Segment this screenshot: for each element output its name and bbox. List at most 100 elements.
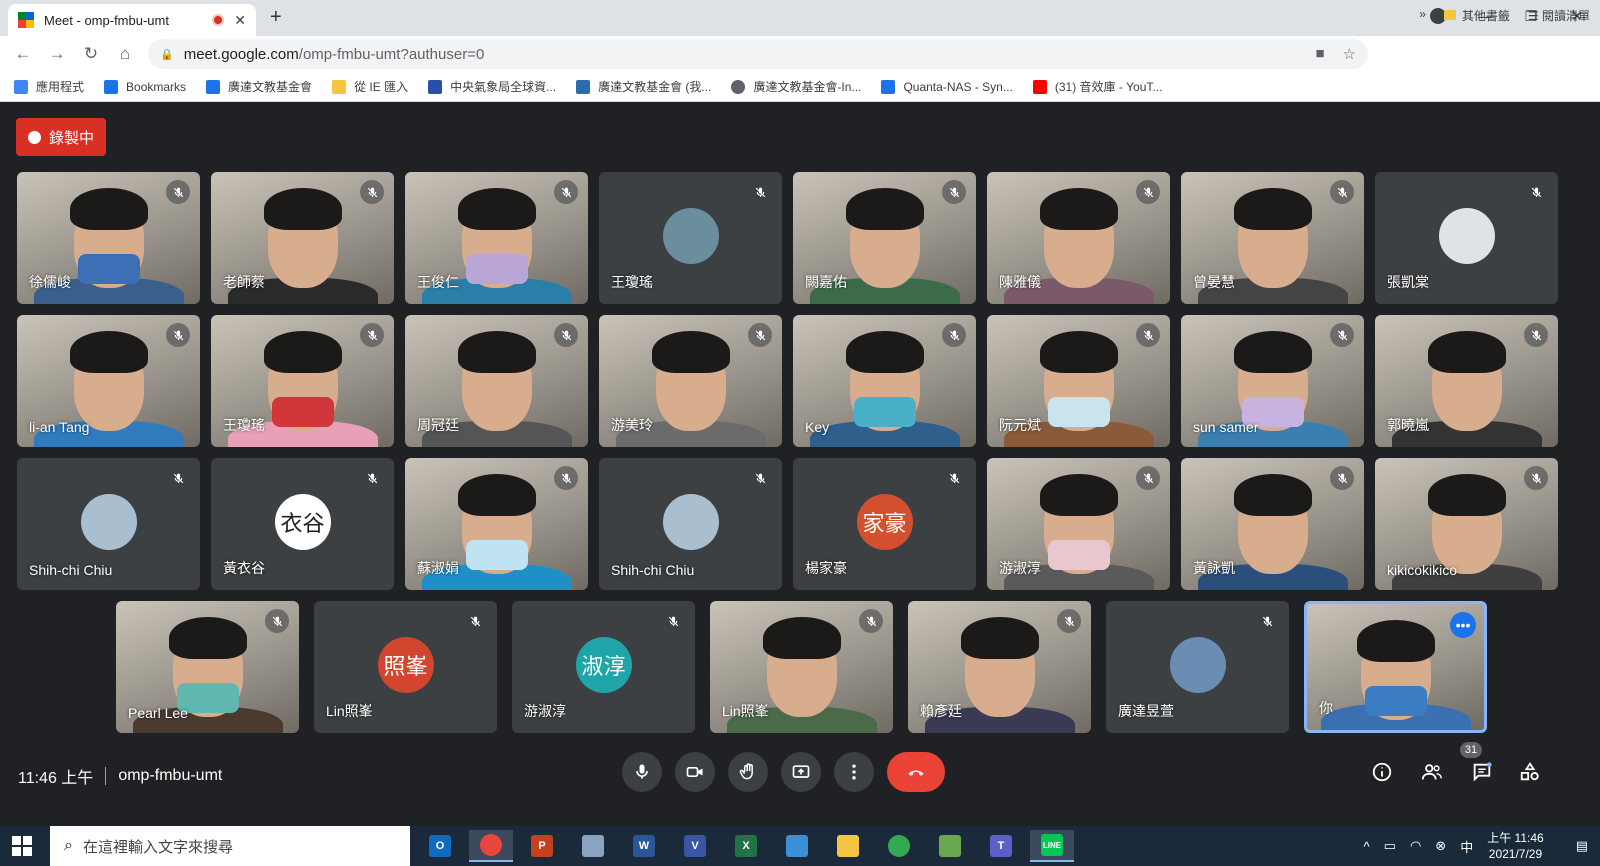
- self-video-tile[interactable]: 你 •••: [1304, 601, 1487, 733]
- camera-button[interactable]: [675, 752, 715, 792]
- reading-list-button[interactable]: ☰ 閱讀清單: [1528, 7, 1590, 24]
- participant-tile[interactable]: 郭曉嵐: [1375, 315, 1558, 447]
- home-icon[interactable]: ⌂: [108, 44, 142, 64]
- taskbar-app[interactable]: [928, 830, 972, 862]
- participant-tile[interactable]: Pearl Lee: [116, 601, 299, 733]
- participant-tile[interactable]: Key: [793, 315, 976, 447]
- participant-tile[interactable]: 老師蔡: [211, 172, 394, 304]
- participant-tile[interactable]: 游淑淳: [987, 458, 1170, 590]
- bookmark-item[interactable]: 廣達文教基金會: [206, 78, 312, 95]
- taskbar-app[interactable]: V: [673, 830, 717, 862]
- participant-tile[interactable]: 阮元斌: [987, 315, 1170, 447]
- participant-tile[interactable]: 徐儒峻: [17, 172, 200, 304]
- participant-tile[interactable]: 游美玲: [599, 315, 782, 447]
- new-tab-button[interactable]: +: [270, 6, 282, 29]
- taskbar-app[interactable]: [571, 830, 615, 862]
- taskbar-clock[interactable]: 上午 11:46 2021/7/29: [1487, 830, 1543, 862]
- bookmark-star-icon[interactable]: ☆: [1343, 45, 1356, 63]
- participants-button[interactable]: [1418, 758, 1446, 786]
- mic-off-icon: [360, 323, 384, 347]
- bookmark-item[interactable]: 廣達文教基金會 (我...: [576, 78, 711, 95]
- more-options-button[interactable]: [834, 752, 874, 792]
- address-bar[interactable]: 🔒 meet.google.com/omp-fmbu-umt?authuser=…: [148, 39, 1368, 69]
- taskbar-app[interactable]: [469, 830, 513, 862]
- participant-tile[interactable]: 闕嘉佑: [793, 172, 976, 304]
- participant-tile[interactable]: 廣達昱萱: [1106, 601, 1289, 733]
- notifications-icon[interactable]: ▤: [1576, 838, 1588, 854]
- present-screen-button[interactable]: [781, 752, 821, 792]
- participant-tile[interactable]: li-an Tang: [17, 315, 200, 447]
- remote-desktop-icon: [786, 835, 808, 857]
- participant-tile[interactable]: 張凱棠: [1375, 172, 1558, 304]
- bookmark-item[interactable]: 廣達文教基金會-In...: [731, 78, 861, 95]
- participant-tile[interactable]: 曾晏慧: [1181, 172, 1364, 304]
- other-bookmarks-folder[interactable]: 其他書籤: [1443, 7, 1510, 24]
- battery-icon[interactable]: ▭: [1384, 838, 1396, 854]
- taskbar-app[interactable]: LINE: [1030, 830, 1074, 862]
- word-icon: W: [633, 835, 655, 857]
- bookmark-item[interactable]: 應用程式: [14, 78, 84, 95]
- participant-tile[interactable]: 周冠廷: [405, 315, 588, 447]
- participant-tile[interactable]: Shih-chi Chiu: [599, 458, 782, 590]
- taskbar-search-box[interactable]: ⌕ 在這裡輸入文字來搜尋: [50, 826, 410, 866]
- ime-icon[interactable]: 中: [1460, 837, 1473, 856]
- bookmark-item[interactable]: (31) 音效庫 - YouT...: [1032, 78, 1162, 95]
- taskbar-app[interactable]: [826, 830, 870, 862]
- tab-close-icon[interactable]: ✕: [234, 12, 246, 29]
- participant-tile[interactable]: sun samer: [1181, 315, 1364, 447]
- volume-muted-icon[interactable]: ⊗: [1435, 838, 1446, 854]
- clock-date: 2021/7/29: [1488, 847, 1543, 861]
- participant-name: 游淑淳: [524, 703, 566, 719]
- participant-tile[interactable]: 淑淳 游淑淳: [512, 601, 695, 733]
- participant-tile[interactable]: kikicokikico: [1375, 458, 1558, 590]
- participant-tile[interactable]: 賴彥廷: [908, 601, 1091, 733]
- participant-tile[interactable]: 陳雅儀: [987, 172, 1170, 304]
- participant-tile[interactable]: Lin照峯: [710, 601, 893, 733]
- tile-more-options-icon[interactable]: •••: [1450, 612, 1476, 638]
- taskbar-app[interactable]: O: [418, 830, 462, 862]
- reload-icon[interactable]: ↻: [74, 44, 108, 64]
- browser-tab-meet[interactable]: Meet - omp-fmbu-umt ✕: [8, 4, 256, 36]
- taskbar-app[interactable]: [877, 830, 921, 862]
- participant-tile[interactable]: 家豪 楊家豪: [793, 458, 976, 590]
- back-icon[interactable]: ←: [6, 44, 40, 64]
- windows-start-icon[interactable]: [12, 836, 32, 856]
- microphone-button[interactable]: [622, 752, 662, 792]
- participant-tile[interactable]: 王瓊瑤: [211, 315, 394, 447]
- lock-icon[interactable]: 🔒: [160, 48, 174, 61]
- tray-chevron-icon[interactable]: ^: [1364, 839, 1370, 854]
- recording-badge[interactable]: 錄製中: [16, 118, 106, 156]
- outlook-icon: O: [429, 835, 451, 857]
- leave-call-button[interactable]: [887, 752, 945, 792]
- bookmark-item[interactable]: Bookmarks: [104, 79, 186, 94]
- participant-tile[interactable]: 黃詠凱: [1181, 458, 1364, 590]
- bookmarks-overflow-button[interactable]: »: [1419, 7, 1426, 24]
- mic-off-icon: [748, 323, 772, 347]
- taskbar-app[interactable]: X: [724, 830, 768, 862]
- bookmark-label: 中央氣象局全球資...: [450, 80, 557, 94]
- hangup-icon: [908, 770, 924, 776]
- clock-time: 上午 11:46: [1487, 831, 1544, 845]
- activities-button[interactable]: [1516, 758, 1544, 786]
- participant-tile[interactable]: 王瓊瑤: [599, 172, 782, 304]
- taskbar-app[interactable]: P: [520, 830, 564, 862]
- participant-tile[interactable]: 照峯 Lin照峯: [314, 601, 497, 733]
- wifi-icon[interactable]: ◠: [1410, 838, 1421, 854]
- raise-hand-button[interactable]: [728, 752, 768, 792]
- bookmark-item[interactable]: 中央氣象局全球資...: [428, 78, 556, 95]
- taskbar-app[interactable]: T: [979, 830, 1023, 862]
- participant-tile[interactable]: 蘇淑娟: [405, 458, 588, 590]
- participant-tile[interactable]: 衣谷 黃衣谷: [211, 458, 394, 590]
- camera-in-use-icon[interactable]: ■: [1315, 45, 1324, 63]
- participant-tile[interactable]: Shih-chi Chiu: [17, 458, 200, 590]
- forward-icon[interactable]: →: [40, 44, 74, 64]
- video-person-hair: [69, 331, 148, 373]
- bookmark-item[interactable]: 從 IE 匯入: [332, 78, 408, 95]
- activities-icon: [1520, 762, 1539, 781]
- bookmark-item[interactable]: Quanta-NAS - Syn...: [881, 79, 1013, 94]
- taskbar-app[interactable]: W: [622, 830, 666, 862]
- meeting-info-button[interactable]: [1368, 758, 1396, 786]
- participant-tile[interactable]: 王俊仁: [405, 172, 588, 304]
- taskbar-app[interactable]: [775, 830, 819, 862]
- chat-button[interactable]: [1468, 758, 1496, 786]
